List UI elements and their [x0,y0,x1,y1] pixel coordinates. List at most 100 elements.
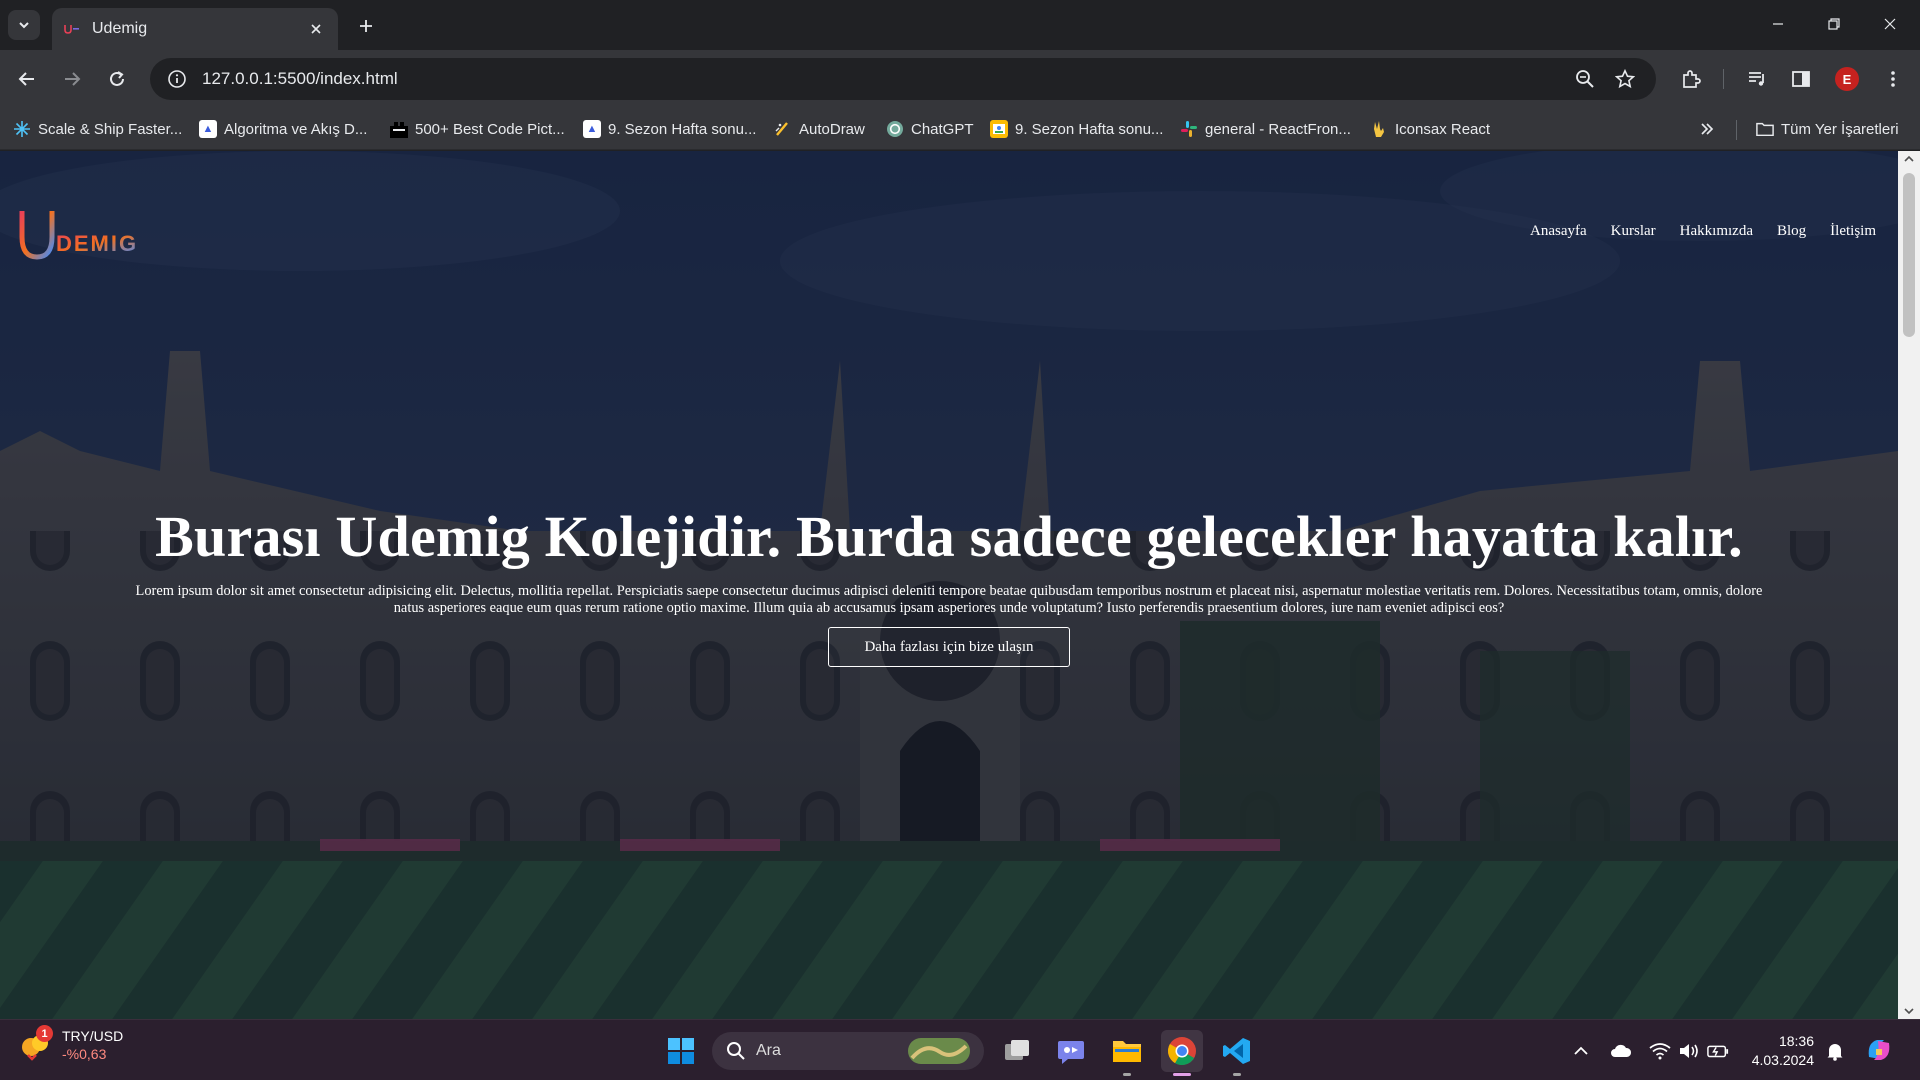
all-bookmarks-button[interactable]: Tüm Yer İşaretleri [1756,114,1899,144]
forward-button[interactable] [55,62,89,96]
bookmark-label: 9. Sezon Hafta sonu... [1015,120,1164,138]
side-panel-button[interactable] [1784,62,1818,96]
zoom-icon[interactable] [1570,64,1600,94]
profile-button[interactable]: E [1830,62,1864,96]
site-logo[interactable]: DEMIG [18,207,153,262]
contact-cta-button[interactable]: Daha fazlası için bize ulaşın [828,627,1070,667]
close-icon [1884,18,1896,30]
widget-title: TRY/USD [62,1028,124,1044]
nav-link-kurslar[interactable]: Kurslar [1611,223,1656,240]
bookmark-item[interactable]: ChatGPT [886,114,974,144]
bookmark-label: Algoritma ve Akış D... [224,120,368,138]
bookmark-star-icon[interactable] [1610,64,1640,94]
plus-icon [360,20,372,32]
bookmark-item[interactable]: Scale & Ship Faster... [13,114,182,144]
code-icon [390,120,408,138]
vscode-icon [1223,1038,1250,1064]
chrome-icon [1168,1037,1196,1065]
extensions-button[interactable] [1674,62,1708,96]
volume-icon[interactable] [1678,1040,1700,1062]
nav-link-anasayfa[interactable]: Anasayfa [1530,223,1587,240]
running-indicator [1123,1073,1131,1076]
show-hidden-icons-button[interactable] [1570,1040,1592,1062]
running-indicator [1233,1073,1241,1076]
scroll-up-icon[interactable] [1898,151,1920,167]
close-window-button[interactable] [1870,8,1910,40]
battery-icon[interactable] [1707,1040,1729,1062]
more-bookmarks-button[interactable] [1694,116,1720,142]
bookmark-label: Scale & Ship Faster... [38,120,183,138]
task-view-button[interactable] [996,1030,1038,1072]
hero-section: DEMIG Anasayfa Kurslar Hakkımızda Blog İ… [0,151,1898,1019]
nav-link-iletisim[interactable]: İletişim [1830,223,1876,240]
restore-button[interactable] [1814,8,1854,40]
vscode-taskbar-button[interactable] [1216,1030,1258,1076]
scale-icon [13,120,31,138]
nav-link-blog[interactable]: Blog [1777,223,1806,240]
media-controls-button[interactable] [1740,62,1774,96]
bookmark-item[interactable]: 500+ Best Code Pict... [390,114,565,144]
bookmark-item[interactable]: ▲ 9. Sezon Hafta sonu... [583,114,756,144]
search-placeholder: Ara [756,1042,781,1059]
system-clock[interactable]: 18:36 4.03.2024 [1742,1032,1814,1070]
arrow-left-icon [18,72,34,86]
playlist-icon [1749,72,1764,86]
taskbar-search[interactable]: Ara [712,1032,984,1070]
bookmark-item[interactable]: general - ReactFron... [1180,114,1351,144]
address-bar[interactable]: 127.0.0.1:5500/index.html [150,58,1656,100]
widgets-button[interactable]: 1 TRY/USD -%0,63 [20,1025,124,1062]
slack-icon [1180,120,1198,138]
bookmark-label: Iconsax React [1395,120,1491,138]
bookmark-item[interactable]: AutoDraw [774,114,865,144]
active-indicator [1173,1073,1191,1076]
folder-icon [1113,1041,1141,1062]
bookmark-item[interactable]: ▲ Algoritma ve Akış D... [199,114,367,144]
tab-favicon-icon [64,21,80,37]
nav-link-hakkimizda[interactable]: Hakkımızda [1680,223,1753,240]
search-highlight-icon [908,1038,970,1064]
new-tab-button[interactable] [352,12,380,40]
more-vertical-icon [1891,71,1895,87]
bookmark-item[interactable]: Iconsax React [1370,114,1490,144]
toolbar-divider [1723,69,1724,89]
chevron-down-icon [19,22,29,29]
file-explorer-button[interactable] [1106,1030,1148,1076]
currency-widget-icon: 1 [20,1025,53,1061]
start-button[interactable] [660,1030,702,1072]
bookmark-label: 500+ Best Code Pict... [415,120,565,138]
puzzle-icon [1683,70,1701,88]
page-scrollbar[interactable] [1898,151,1920,1019]
reload-button[interactable] [100,62,134,96]
search-icon [727,1042,745,1060]
browser-tab-active[interactable]: Udemig [52,8,338,50]
url-text: 127.0.0.1:5500/index.html [202,69,398,88]
onedrive-icon[interactable] [1610,1040,1632,1062]
site-info-icon[interactable] [166,68,188,90]
tab-strip: Udemig [0,0,1920,50]
chevron-up-icon [1574,1046,1588,1055]
bookmark-label: ChatGPT [911,120,974,138]
chevron-double-right-icon [1701,123,1714,135]
tab-search-button[interactable] [8,10,40,40]
bookmark-item[interactable]: 9. Sezon Hafta sonu... [990,114,1163,144]
chrome-menu-button[interactable] [1876,62,1910,96]
hero-title: Burası Udemig Kolejidir. Burda sadece ge… [155,504,1743,569]
scrollbar-thumb[interactable] [1903,173,1915,337]
notification-bell-icon[interactable] [1824,1040,1846,1062]
minimize-button[interactable] [1758,8,1798,40]
bookmarks-divider [1736,120,1737,140]
hero-description: Lorem ipsum dolor sit amet consectetur a… [135,583,1763,616]
windows-logo-icon [668,1038,694,1064]
minimize-icon [1773,23,1783,25]
chrome-taskbar-button[interactable] [1161,1030,1203,1076]
svg-text:DEMIG: DEMIG [56,231,138,256]
back-button[interactable] [10,62,44,96]
windows-taskbar: 1 TRY/USD -%0,63 Ara 18:36 4.03.2024 [0,1019,1920,1080]
close-tab-icon[interactable] [306,19,326,39]
scroll-down-icon[interactable] [1898,1003,1920,1019]
side-panel-icon [1792,71,1810,87]
arrow-right-icon [65,72,81,86]
teams-chat-button[interactable] [1050,1030,1092,1072]
copilot-icon[interactable] [1864,1035,1894,1065]
wifi-icon[interactable] [1649,1040,1671,1062]
